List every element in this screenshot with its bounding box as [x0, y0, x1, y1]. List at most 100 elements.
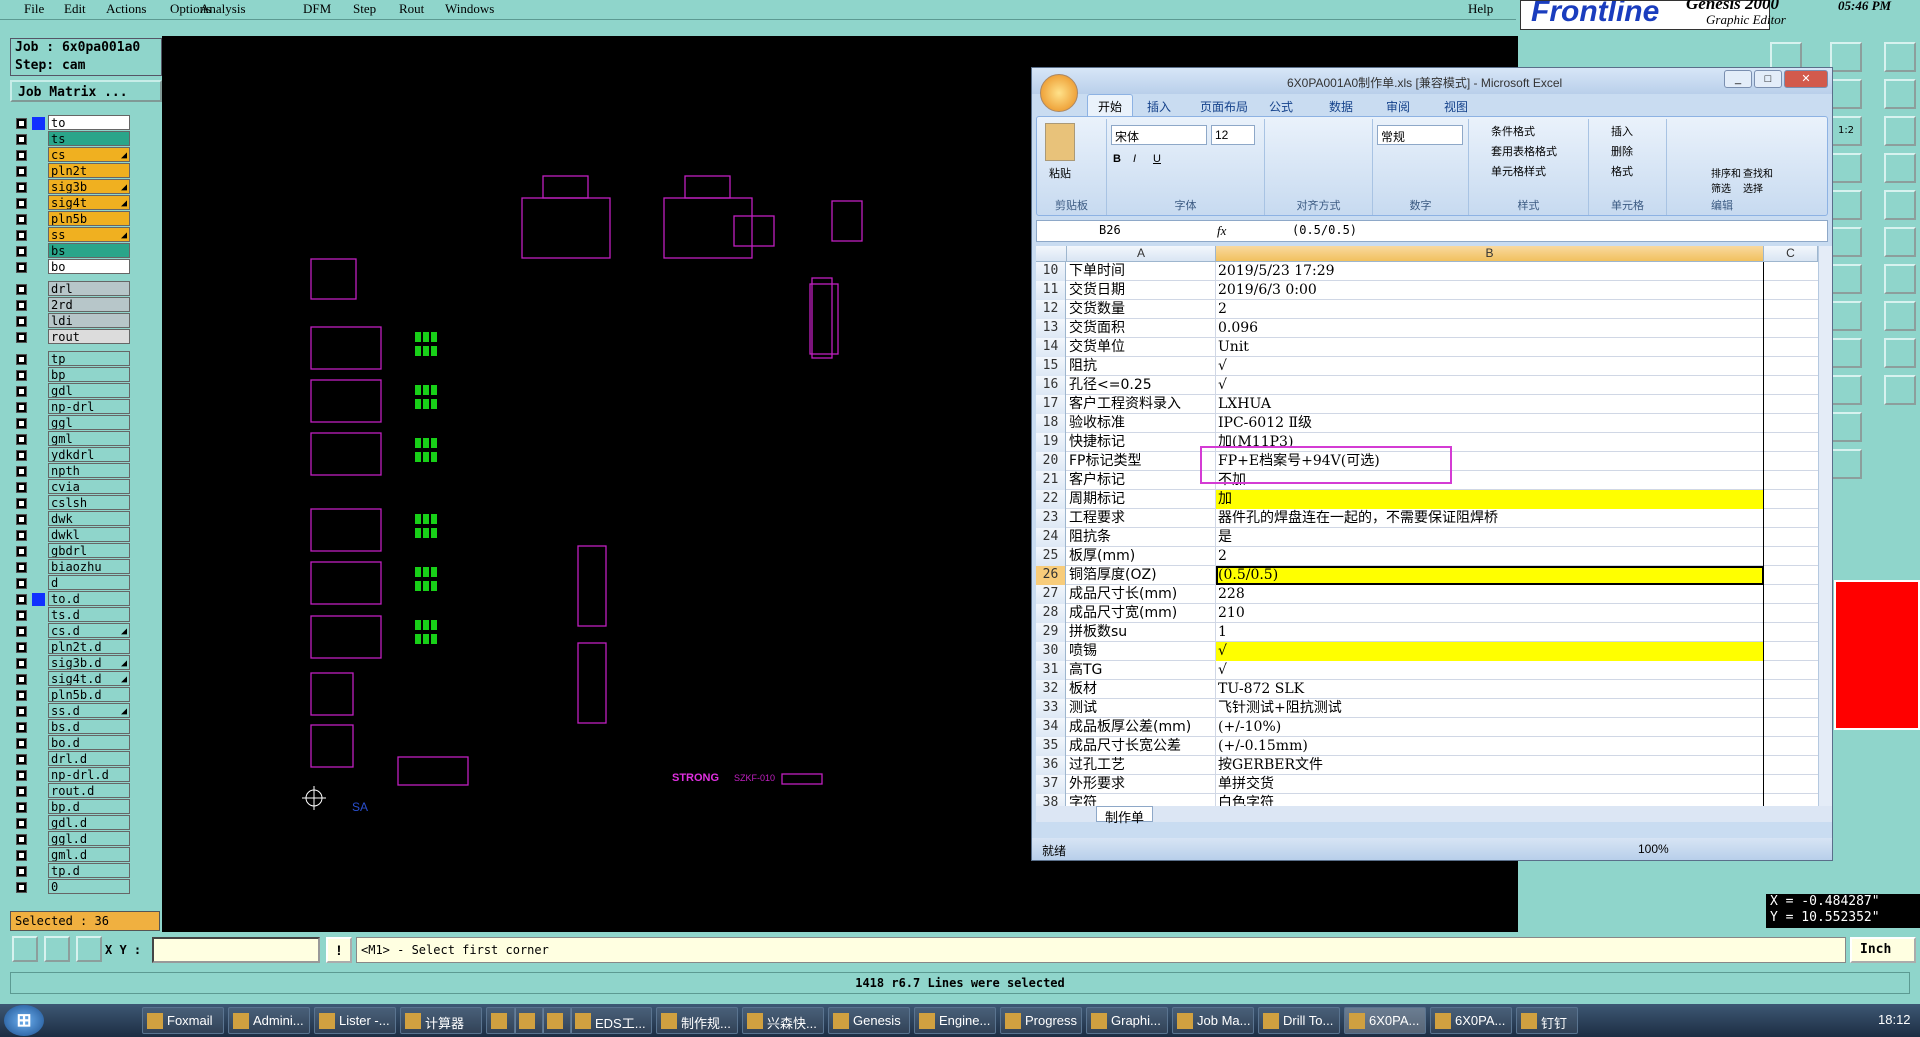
- tool-button-icon[interactable]: [1830, 190, 1862, 220]
- cell-b[interactable]: √: [1216, 357, 1764, 376]
- vertical-scrollbar[interactable]: [1818, 246, 1832, 806]
- tool-button-icon[interactable]: [1830, 227, 1862, 257]
- tool-button-icon[interactable]: [1830, 338, 1862, 368]
- layer-checkbox[interactable]: [16, 546, 27, 557]
- cell-a[interactable]: 验收标准: [1067, 414, 1216, 433]
- layer-checkbox[interactable]: [16, 514, 27, 525]
- cell-b[interactable]: 2019/6/3 0:00: [1216, 281, 1764, 300]
- layer-row[interactable]: pln5b.d: [12, 687, 132, 702]
- cell-a[interactable]: 测试: [1067, 699, 1216, 718]
- layer-checkbox[interactable]: [16, 182, 27, 193]
- layer-name[interactable]: np-drl.d: [48, 767, 130, 782]
- layer-checkbox[interactable]: [16, 498, 27, 509]
- cell-a[interactable]: 过孔工艺: [1067, 756, 1216, 775]
- layer-row[interactable]: sig4t ◢: [12, 195, 132, 210]
- layer-name[interactable]: dwkl: [48, 527, 130, 542]
- tool-button-icon[interactable]: [1884, 153, 1916, 183]
- layer-row[interactable]: ss.d ◢: [12, 703, 132, 718]
- layer-row[interactable]: ggl: [12, 415, 132, 430]
- layer-name[interactable]: cs.d ◢: [48, 623, 130, 638]
- cell-b[interactable]: √: [1216, 642, 1764, 661]
- col-header-b[interactable]: B: [1216, 246, 1764, 262]
- layer-name[interactable]: dwk: [48, 511, 130, 526]
- cell-a[interactable]: 交货数量: [1067, 300, 1216, 319]
- layer-name[interactable]: cvia: [48, 479, 130, 494]
- table-format-button[interactable]: 套用表格格式: [1491, 143, 1557, 161]
- layer-row[interactable]: ts.d: [12, 607, 132, 622]
- menu-2[interactable]: Actions: [106, 1, 146, 17]
- grid-icon[interactable]: [76, 936, 102, 962]
- cell-a[interactable]: 快捷标记: [1067, 433, 1216, 452]
- minimize-button[interactable]: _: [1724, 70, 1752, 88]
- menu-help[interactable]: Help: [1468, 1, 1493, 17]
- layer-checkbox[interactable]: [16, 610, 27, 621]
- font-size-select[interactable]: 12: [1211, 125, 1255, 145]
- layer-row[interactable]: sig3b.d ◢: [12, 655, 132, 670]
- cell-b[interactable]: 210: [1216, 604, 1764, 623]
- layer-name[interactable]: gbdrl: [48, 543, 130, 558]
- layer-checkbox[interactable]: [16, 332, 27, 343]
- layer-checkbox[interactable]: [16, 370, 27, 381]
- tool-button-icon[interactable]: [1830, 449, 1862, 479]
- layer-row[interactable]: d: [12, 575, 132, 590]
- taskbar-item[interactable]: Progress: [1000, 1007, 1082, 1034]
- menu-4[interactable]: Analysis: [200, 1, 246, 17]
- layer-checkbox[interactable]: [16, 300, 27, 311]
- row-number[interactable]: 24: [1036, 528, 1066, 547]
- number-format-select[interactable]: 常规: [1377, 125, 1463, 145]
- layer-row[interactable]: sig3b ◢: [12, 179, 132, 194]
- layer-name[interactable]: sig3b.d ◢: [48, 655, 130, 670]
- layer-row[interactable]: ggl.d: [12, 831, 132, 846]
- cell-b[interactable]: 228: [1216, 585, 1764, 604]
- layer-name[interactable]: gdl: [48, 383, 130, 398]
- fx-icon[interactable]: fx: [1217, 223, 1226, 239]
- layer-row[interactable]: sig4t.d ◢: [12, 671, 132, 686]
- tool-button-icon[interactable]: [1830, 42, 1862, 72]
- layer-row[interactable]: bs.d: [12, 719, 132, 734]
- layer-name[interactable]: rout: [48, 329, 130, 344]
- layer-checkbox[interactable]: [16, 626, 27, 637]
- cell-a[interactable]: 工程要求: [1067, 509, 1216, 528]
- layer-row[interactable]: 2rd: [12, 297, 132, 312]
- cell-style-button[interactable]: 单元格样式: [1491, 163, 1546, 181]
- tool-button-icon[interactable]: [1884, 338, 1916, 368]
- taskbar-item[interactable]: 兴森快...: [742, 1007, 824, 1034]
- layer-row[interactable]: bo.d: [12, 735, 132, 750]
- tool-button-icon[interactable]: [1830, 79, 1862, 109]
- layer-name[interactable]: pln2t: [48, 163, 130, 178]
- taskbar-item[interactable]: Engine...: [914, 1007, 996, 1034]
- layer-row[interactable]: to: [12, 115, 132, 130]
- layer-name[interactable]: bo: [48, 259, 130, 274]
- row-number[interactable]: 34: [1036, 718, 1066, 737]
- layer-name[interactable]: sig3b ◢: [48, 179, 130, 194]
- layer-name[interactable]: tp.d: [48, 863, 130, 878]
- layer-row[interactable]: tp: [12, 351, 132, 366]
- tool-button-icon[interactable]: [1884, 190, 1916, 220]
- layer-name[interactable]: cslsh: [48, 495, 130, 510]
- layer-checkbox[interactable]: [16, 722, 27, 733]
- layer-name[interactable]: pln5b: [48, 211, 130, 226]
- layer-name[interactable]: 0: [48, 879, 130, 894]
- layer-checkbox[interactable]: [16, 450, 27, 461]
- cell-a[interactable]: 阻抗条: [1067, 528, 1216, 547]
- underline-button[interactable]: U: [1153, 153, 1161, 171]
- tool-button-icon[interactable]: [1830, 412, 1862, 442]
- cell-b[interactable]: (0.5/0.5): [1216, 566, 1764, 585]
- xy-input[interactable]: [152, 937, 320, 963]
- cell-b[interactable]: 单拼交货: [1216, 775, 1764, 794]
- tool-button-icon[interactable]: [1884, 264, 1916, 294]
- taskbar-item[interactable]: Admini...: [228, 1007, 310, 1034]
- layer-name[interactable]: bp: [48, 367, 130, 382]
- layer-checkbox[interactable]: [16, 402, 27, 413]
- taskbar-item[interactable]: Genesis: [828, 1007, 910, 1034]
- layer-checkbox[interactable]: [16, 674, 27, 685]
- layer-name[interactable]: ss ◢: [48, 227, 130, 242]
- row-number[interactable]: 18: [1036, 414, 1066, 433]
- measure-icon[interactable]: [44, 936, 70, 962]
- layer-checkbox[interactable]: [16, 642, 27, 653]
- layer-checkbox[interactable]: [16, 386, 27, 397]
- row-number[interactable]: 27: [1036, 585, 1066, 604]
- layer-row[interactable]: ldi: [12, 313, 132, 328]
- layer-checkbox[interactable]: [16, 134, 27, 145]
- cell-a[interactable]: 客户标记: [1067, 471, 1216, 490]
